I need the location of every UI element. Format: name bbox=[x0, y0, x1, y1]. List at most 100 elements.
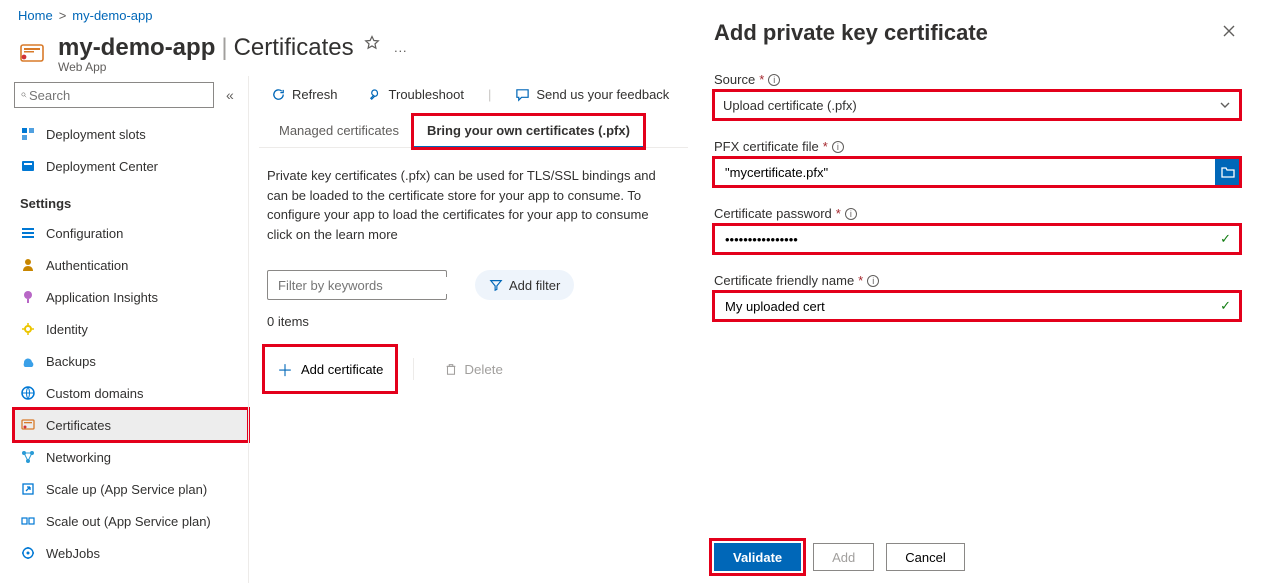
filter-keywords[interactable] bbox=[267, 270, 447, 300]
source-select[interactable]: Upload certificate (.pfx) bbox=[714, 91, 1240, 119]
file-input-wrapper[interactable] bbox=[714, 158, 1215, 186]
chevron-right-icon: > bbox=[59, 8, 67, 23]
tab-managed-certificates[interactable]: Managed certificates bbox=[265, 115, 413, 147]
file-input[interactable] bbox=[723, 164, 1207, 181]
file-label: PFX certificate file bbox=[714, 139, 819, 154]
backups-icon bbox=[20, 353, 36, 369]
feedback-button[interactable]: Send us your feedback bbox=[509, 86, 675, 103]
insights-icon bbox=[20, 289, 36, 305]
sidebar-item-networking[interactable]: Networking bbox=[14, 441, 248, 473]
trash-icon bbox=[444, 362, 458, 376]
scale-out-icon bbox=[20, 513, 36, 529]
sidebar-heading-settings: Settings bbox=[14, 182, 248, 217]
collapse-sidebar-button[interactable]: « bbox=[220, 86, 240, 104]
sidebar: « Deployment slots Deployment Center Set… bbox=[0, 76, 248, 583]
sidebar-item-certificates[interactable]: Certificates bbox=[14, 409, 248, 441]
sidebar-search[interactable] bbox=[14, 82, 214, 108]
info-icon[interactable]: i bbox=[832, 141, 844, 153]
field-friendly-name: Certificate friendly name * i ✓ bbox=[714, 273, 1240, 320]
certificates-icon bbox=[20, 417, 36, 433]
required-icon: * bbox=[823, 139, 828, 154]
sidebar-item-label: Custom domains bbox=[46, 386, 144, 401]
info-icon[interactable]: i bbox=[867, 275, 879, 287]
source-label: Source bbox=[714, 72, 755, 87]
info-icon[interactable]: i bbox=[845, 208, 857, 220]
password-input-wrapper[interactable]: ✓ bbox=[714, 225, 1240, 253]
sidebar-item-deployment-slots[interactable]: Deployment slots bbox=[14, 118, 248, 150]
delete-label: Delete bbox=[464, 362, 503, 377]
check-icon: ✓ bbox=[1220, 231, 1231, 247]
deployment-center-icon bbox=[20, 158, 36, 174]
troubleshoot-icon bbox=[368, 87, 383, 102]
sidebar-item-backups[interactable]: Backups bbox=[14, 345, 248, 377]
required-icon: * bbox=[836, 206, 841, 221]
subtitle: Web App bbox=[58, 60, 411, 74]
sidebar-item-label: Scale up (App Service plan) bbox=[46, 482, 207, 497]
add-button[interactable]: Add bbox=[813, 543, 874, 571]
sidebar-item-label: Scale out (App Service plan) bbox=[46, 514, 211, 529]
sidebar-item-label: Networking bbox=[46, 450, 111, 465]
tab-bring-your-own-certificates[interactable]: Bring your own certificates (.pfx) bbox=[413, 115, 644, 148]
add-certificate-button[interactable]: ＋ Add certificate bbox=[267, 349, 393, 389]
chevron-down-icon bbox=[1219, 99, 1231, 111]
troubleshoot-button[interactable]: Troubleshoot bbox=[362, 86, 470, 103]
domains-icon bbox=[20, 385, 36, 401]
browse-button[interactable] bbox=[1215, 158, 1240, 186]
add-certificate-label: Add certificate bbox=[301, 362, 383, 377]
password-label: Certificate password bbox=[714, 206, 832, 221]
refresh-label: Refresh bbox=[292, 87, 338, 102]
validate-button[interactable]: Validate bbox=[714, 543, 801, 571]
sidebar-item-label: WebJobs bbox=[46, 546, 100, 561]
refresh-button[interactable]: Refresh bbox=[265, 86, 344, 103]
sidebar-item-custom-domains[interactable]: Custom domains bbox=[14, 377, 248, 409]
sidebar-item-identity[interactable]: Identity bbox=[14, 313, 248, 345]
sidebar-item-label: Certificates bbox=[46, 418, 111, 433]
field-pfx-file: PFX certificate file * i bbox=[714, 139, 1240, 186]
sidebar-item-authentication[interactable]: Authentication bbox=[14, 249, 248, 281]
info-icon[interactable]: i bbox=[768, 74, 780, 86]
panel-footer: Validate Add Cancel bbox=[714, 523, 1240, 571]
filter-keywords-input[interactable] bbox=[276, 277, 456, 294]
panel-title: Add private key certificate bbox=[714, 20, 988, 46]
sidebar-item-label: Backups bbox=[46, 354, 96, 369]
sidebar-search-input[interactable] bbox=[27, 87, 207, 104]
page-title-section: Certificates bbox=[234, 34, 354, 62]
password-input[interactable] bbox=[723, 231, 1220, 248]
add-filter-label: Add filter bbox=[509, 278, 560, 293]
add-filter-button[interactable]: Add filter bbox=[475, 270, 574, 300]
sidebar-item-application-insights[interactable]: Application Insights bbox=[14, 281, 248, 313]
field-password: Certificate password * i ✓ bbox=[714, 206, 1240, 253]
friendly-label: Certificate friendly name bbox=[714, 273, 854, 288]
more-button[interactable]: ··· bbox=[390, 39, 411, 62]
action-separator bbox=[413, 358, 414, 380]
sidebar-item-scale-up[interactable]: Scale up (App Service plan) bbox=[14, 473, 248, 505]
cancel-button[interactable]: Cancel bbox=[886, 543, 964, 571]
friendly-input[interactable] bbox=[723, 298, 1220, 315]
sidebar-item-scale-out[interactable]: Scale out (App Service plan) bbox=[14, 505, 248, 537]
scale-up-icon bbox=[20, 481, 36, 497]
breadcrumb-home[interactable]: Home bbox=[18, 8, 53, 23]
breadcrumb-app[interactable]: my-demo-app bbox=[72, 8, 152, 23]
title-separator: | bbox=[221, 34, 227, 62]
required-icon: * bbox=[858, 273, 863, 288]
sidebar-item-label: Authentication bbox=[46, 258, 128, 273]
sidebar-item-configuration[interactable]: Configuration bbox=[14, 217, 248, 249]
check-icon: ✓ bbox=[1220, 298, 1231, 314]
feedback-icon bbox=[515, 87, 530, 102]
required-icon: * bbox=[759, 72, 764, 87]
feedback-label: Send us your feedback bbox=[536, 87, 669, 102]
toolbar-separator: | bbox=[488, 87, 491, 102]
close-button[interactable] bbox=[1218, 20, 1240, 42]
sidebar-item-deployment-center[interactable]: Deployment Center bbox=[14, 150, 248, 182]
filter-icon bbox=[489, 278, 503, 292]
refresh-icon bbox=[271, 87, 286, 102]
source-value: Upload certificate (.pfx) bbox=[723, 98, 857, 113]
sidebar-item-label: Deployment slots bbox=[46, 127, 146, 142]
description-text: Private key certificates (.pfx) can be u… bbox=[259, 148, 679, 244]
app-service-icon bbox=[18, 39, 46, 67]
favorite-button[interactable] bbox=[360, 31, 384, 55]
sidebar-item-webjobs[interactable]: WebJobs bbox=[14, 537, 248, 569]
identity-icon bbox=[20, 321, 36, 337]
troubleshoot-label: Troubleshoot bbox=[389, 87, 464, 102]
friendly-input-wrapper[interactable]: ✓ bbox=[714, 292, 1240, 320]
